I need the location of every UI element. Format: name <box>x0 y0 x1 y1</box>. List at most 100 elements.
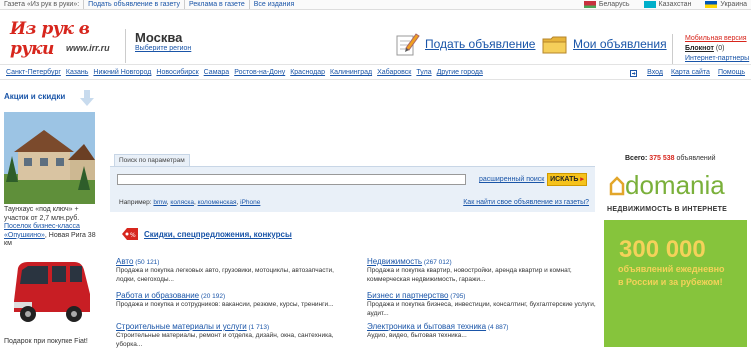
folder-icon <box>542 36 567 54</box>
category-count: (50 121) <box>135 259 160 266</box>
my-ads-button[interactable]: Мои объявления <box>542 31 667 57</box>
login-icon <box>630 69 638 77</box>
city-list: Санкт-Петербург Казань Нижний Новгород Н… <box>6 66 488 80</box>
domania-logo: domania <box>609 170 725 201</box>
newspaper-ads-link[interactable]: Реклама в газете <box>189 0 250 9</box>
category-title[interactable]: Электроника и бытовая техника <box>367 322 486 331</box>
other-cities-link[interactable]: Другие города <box>437 66 483 80</box>
townhouse-image[interactable] <box>4 112 95 204</box>
domania-banner[interactable]: domania НЕДВИЖИМОСТЬ В ИНТЕРНЕТЕ 300 000… <box>604 166 747 347</box>
city-link[interactable]: Новосибирск <box>156 66 198 80</box>
city-link[interactable]: Санкт-Петербург <box>6 66 61 80</box>
category-title[interactable]: Бизнес и партнерство <box>367 291 448 300</box>
logo-text: Из рук в руки <box>10 19 90 59</box>
category-count: (267 012) <box>423 259 452 266</box>
example-link[interactable]: коляска <box>170 199 194 206</box>
search-panel: расширенный поиск ИСКАТЬ ▸ Например: bmw… <box>110 166 595 212</box>
example-link[interactable]: bmw <box>153 199 166 206</box>
mobile-version-link[interactable]: Мобильная версия <box>685 34 749 44</box>
promo-title[interactable]: Акции и скидки <box>4 92 65 101</box>
country-label: Беларусь <box>598 1 630 8</box>
country-ukraine[interactable]: Украина <box>705 0 747 9</box>
city-link[interactable]: Краснодар <box>290 66 325 80</box>
city-link[interactable]: Самара <box>204 66 230 80</box>
category-title[interactable]: Авто <box>116 257 133 266</box>
site-logo[interactable]: Из рук в руки www.irr.ru <box>8 17 128 61</box>
post-ad-button[interactable]: Подать объявление <box>394 31 535 57</box>
current-city: Москва <box>135 30 183 45</box>
newspaper-label: Газета «Из рук в руки»: <box>4 0 85 9</box>
sale-tag-icon: % <box>122 228 138 240</box>
search-input[interactable] <box>117 174 466 185</box>
total-suffix: объявлений <box>676 155 716 162</box>
city-link[interactable]: Хабаровск <box>377 66 411 80</box>
townhouse-promo: Таунхаус «под ключ» + участок от 2,7 млн… <box>4 206 104 249</box>
banner-header: domania НЕДВИЖИМОСТЬ В ИНТЕРНЕТЕ <box>604 166 747 220</box>
country-label: Украина <box>720 1 747 8</box>
fiat-van-image[interactable] <box>4 246 95 336</box>
category-count: (4 887) <box>487 324 509 331</box>
all-editions-link[interactable]: Все издания <box>254 0 299 9</box>
login-link[interactable]: Вход <box>630 66 663 80</box>
city-link[interactable]: Тула <box>416 66 431 80</box>
total-label: Всего: <box>625 155 648 162</box>
city-link[interactable]: Нижний Новгород <box>93 66 151 80</box>
tab-search-by-parameters[interactable]: Поиск по параметрам <box>114 154 190 166</box>
category-title[interactable]: Строительные материалы и услуги <box>116 322 247 331</box>
category-auto: Авто (50 121) Продажа и покупка легковых… <box>116 257 346 284</box>
country-label: Казахстан <box>658 1 692 8</box>
country-kazakhstan[interactable]: Казахстан <box>643 0 692 9</box>
post-ad-newspaper-link[interactable]: Подать объявление в газету <box>88 0 186 9</box>
utility-links: Вход Карта сайта Помощь <box>622 66 745 80</box>
category-realty: Недвижимость (267 012) Продажа и покупка… <box>367 257 597 284</box>
category-description: Продажа и покупка и сотрудников: ваканси… <box>116 301 334 309</box>
sitemap-link[interactable]: Карта сайта <box>671 66 710 80</box>
total-number: 375 538 <box>649 155 675 162</box>
discounts-link[interactable]: Скидки, спецпредложения, конкурсы <box>144 230 292 239</box>
belarus-flag-icon <box>583 1 596 8</box>
country-belarus[interactable]: Беларусь <box>583 0 630 9</box>
banner-number: 300 000 <box>619 236 706 263</box>
city-link[interactable]: Казань <box>66 66 89 80</box>
example-link[interactable]: iPhone <box>240 199 260 206</box>
category-description: Аудио, видео, бытовая техника... <box>367 332 467 340</box>
example-label: Например: <box>119 199 152 206</box>
category-count: (20 192) <box>200 293 226 300</box>
category-description: Продажа и покупка легковых авто, грузови… <box>116 267 334 283</box>
country-links: Беларусь Казахстан Украина <box>570 0 747 9</box>
category-electronics: Электроника и бытовая техника (4 887) Ау… <box>367 322 597 341</box>
arrow-down-icon <box>80 90 94 106</box>
category-construction: Строительные материалы и услуги (1 713) … <box>116 322 346 349</box>
search-button[interactable]: ИСКАТЬ ▸ <box>547 173 587 186</box>
choose-region-link[interactable]: Выберите регион <box>135 45 191 52</box>
category-title[interactable]: Работа и образование <box>116 291 199 300</box>
how-to-find-ad-link[interactable]: Как найти свое объявление из газеты? <box>463 199 589 206</box>
newspaper-links: Газета «Из рук в руки»: Подать объявлени… <box>4 0 302 9</box>
category-description: Строительные материалы, ремонт и отделка… <box>116 332 334 348</box>
notebook-link[interactable]: Блокнот (0) <box>685 44 749 54</box>
advanced-search-link[interactable]: расширенный поиск <box>479 176 544 183</box>
header: Из рук в руки www.irr.ru Москва Выберите… <box>0 11 751 65</box>
notebook-label: Блокнот <box>685 45 714 52</box>
banner-line-1: объявлений ежедневно <box>618 264 725 274</box>
help-link[interactable]: Помощь <box>718 66 745 80</box>
notebook-count: (0) <box>715 45 725 52</box>
arrow-right-icon: ▸ <box>580 176 584 183</box>
house-icon <box>609 176 625 196</box>
header-divider <box>125 29 126 63</box>
kazakhstan-flag-icon <box>643 1 656 8</box>
category-description: Продажа и покупка квартир, новостройки, … <box>367 267 572 283</box>
category-description: Продажа и покупка бизнеса, инвестиции, к… <box>367 301 596 317</box>
city-link[interactable]: Калининград <box>330 66 372 80</box>
city-link[interactable]: Ростов-на-Дону <box>234 66 285 80</box>
fiat-promo-text[interactable]: Подарок при покупке Fiat! <box>4 338 88 345</box>
category-title[interactable]: Недвижимость <box>367 257 422 266</box>
header-side-links: Мобильная версия Блокнот (0) Интернет-па… <box>672 34 749 64</box>
internet-partners-link[interactable]: Интернет-партнеры <box>685 54 749 64</box>
example-link[interactable]: коломенская <box>198 199 237 206</box>
city-selector: Москва Выберите регион <box>135 30 191 52</box>
category-jobs: Работа и образование (20 192) Продажа и … <box>116 291 346 310</box>
city-bar: Санкт-Петербург Казань Нижний Новгород Н… <box>0 66 751 80</box>
svg-text:%: % <box>130 232 136 239</box>
search-button-label: ИСКАТЬ <box>550 176 579 183</box>
